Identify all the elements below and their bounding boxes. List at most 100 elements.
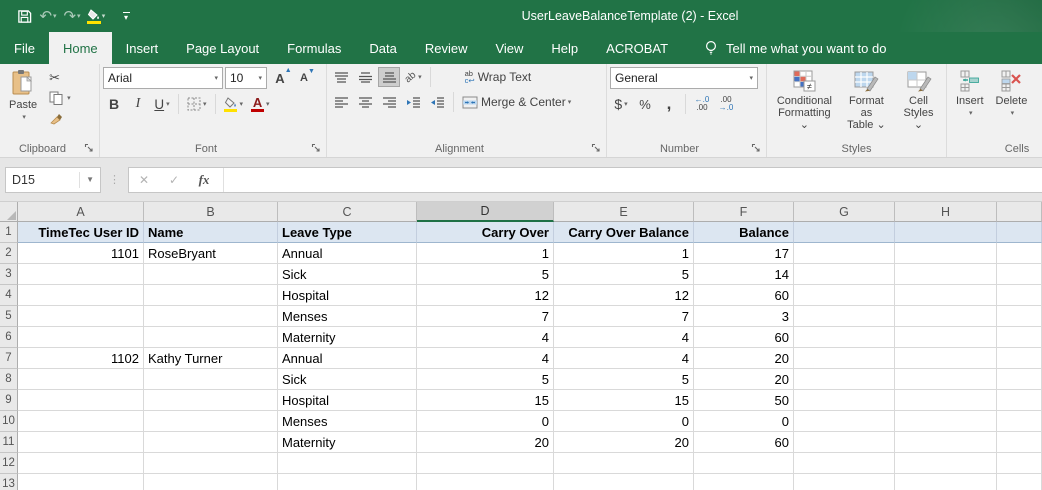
cancel-button[interactable]: ✕: [129, 173, 159, 187]
cell-E4[interactable]: 12: [554, 285, 694, 306]
font-name-select[interactable]: Arial ▾: [103, 67, 223, 89]
tab-acrobat[interactable]: ACROBAT: [592, 32, 682, 64]
col-header-A[interactable]: A: [18, 202, 144, 222]
decrease-indent-button[interactable]: [402, 92, 424, 112]
cell-F8[interactable]: 20: [694, 369, 794, 390]
cell-partial6[interactable]: [997, 327, 1042, 348]
cell-partial11[interactable]: [997, 432, 1042, 453]
cell-F11[interactable]: 60: [694, 432, 794, 453]
cell-D5[interactable]: 7: [417, 306, 554, 327]
cell-partial12[interactable]: [997, 453, 1042, 474]
row-header-6[interactable]: 6: [0, 327, 18, 348]
cell-D8[interactable]: 5: [417, 369, 554, 390]
cell-G9[interactable]: [794, 390, 895, 411]
cell-H11[interactable]: [895, 432, 997, 453]
tab-data[interactable]: Data: [355, 32, 410, 64]
tab-file[interactable]: File: [0, 32, 49, 64]
row-header-5[interactable]: 5: [0, 306, 18, 327]
cell-E11[interactable]: 20: [554, 432, 694, 453]
accounting-format-button[interactable]: $ ▾: [610, 94, 632, 114]
cell-H3[interactable]: [895, 264, 997, 285]
col-header-H[interactable]: H: [895, 202, 997, 222]
insert-cells-button[interactable]: Insert ▾: [950, 67, 990, 119]
select-all-corner[interactable]: [0, 202, 18, 222]
col-header-partial[interactable]: [997, 202, 1042, 222]
cell-C6[interactable]: Maternity: [278, 327, 417, 348]
cell-H7[interactable]: [895, 348, 997, 369]
orientation-button[interactable]: ab ▾: [402, 67, 425, 87]
italic-button[interactable]: I: [127, 94, 149, 114]
cell-D9[interactable]: 15: [417, 390, 554, 411]
cell-F7[interactable]: 20: [694, 348, 794, 369]
cell-F1[interactable]: Balance: [694, 222, 794, 243]
undo-button[interactable]: ↶ ▾: [38, 4, 58, 28]
cell-G11[interactable]: [794, 432, 895, 453]
cell-A11[interactable]: [18, 432, 144, 453]
cell-F6[interactable]: 60: [694, 327, 794, 348]
cell-styles-button[interactable]: Cell Styles ⌄: [894, 67, 943, 133]
cell-H6[interactable]: [895, 327, 997, 348]
cell-partial3[interactable]: [997, 264, 1042, 285]
cell-B4[interactable]: [144, 285, 278, 306]
cell-E3[interactable]: 5: [554, 264, 694, 285]
cell-D1[interactable]: Carry Over: [417, 222, 554, 243]
cell-partial2[interactable]: [997, 243, 1042, 264]
cell-C13[interactable]: [278, 474, 417, 490]
cell-H1[interactable]: [895, 222, 997, 243]
cell-A4[interactable]: [18, 285, 144, 306]
cell-H5[interactable]: [895, 306, 997, 327]
col-header-C[interactable]: C: [278, 202, 417, 222]
decrease-decimal-button[interactable]: .00 →.0: [715, 94, 737, 114]
percent-style-button[interactable]: %: [634, 94, 656, 114]
col-header-F[interactable]: F: [694, 202, 794, 222]
insert-function-button[interactable]: fx: [189, 172, 219, 188]
cell-A1[interactable]: TimeTec User ID: [18, 222, 144, 243]
cell-C11[interactable]: Maternity: [278, 432, 417, 453]
cell-H10[interactable]: [895, 411, 997, 432]
cell-G3[interactable]: [794, 264, 895, 285]
row-header-1[interactable]: 1: [0, 222, 18, 243]
cell-E6[interactable]: 4: [554, 327, 694, 348]
cell-B6[interactable]: [144, 327, 278, 348]
cell-E10[interactable]: 0: [554, 411, 694, 432]
tab-help[interactable]: Help: [537, 32, 592, 64]
cell-F13[interactable]: [694, 474, 794, 490]
cell-B5[interactable]: [144, 306, 278, 327]
cell-D7[interactable]: 4: [417, 348, 554, 369]
cell-H4[interactable]: [895, 285, 997, 306]
top-align-button[interactable]: [330, 67, 352, 87]
row-header-8[interactable]: 8: [0, 369, 18, 390]
qat-fill-color-button[interactable]: ▾: [86, 4, 106, 28]
cell-G8[interactable]: [794, 369, 895, 390]
row-header-4[interactable]: 4: [0, 285, 18, 306]
cell-B12[interactable]: [144, 453, 278, 474]
number-format-select[interactable]: General ▾: [610, 67, 758, 89]
cell-B7[interactable]: Kathy Turner: [144, 348, 278, 369]
conditional-formatting-button[interactable]: ≠ Conditional Formatting ⌄: [770, 67, 839, 133]
cell-A8[interactable]: [18, 369, 144, 390]
cell-F12[interactable]: [694, 453, 794, 474]
align-right-button[interactable]: [378, 92, 400, 112]
cell-H12[interactable]: [895, 453, 997, 474]
tab-review[interactable]: Review: [411, 32, 482, 64]
cell-E8[interactable]: 5: [554, 369, 694, 390]
increase-font-size-button[interactable]: A ▲: [269, 67, 291, 88]
font-size-select[interactable]: 10 ▾: [225, 67, 267, 89]
cell-B1[interactable]: Name: [144, 222, 278, 243]
copy-button[interactable]: ▾: [47, 89, 73, 107]
cell-A12[interactable]: [18, 453, 144, 474]
underline-button[interactable]: U ▾: [151, 94, 173, 114]
row-header-9[interactable]: 9: [0, 390, 18, 411]
cell-partial5[interactable]: [997, 306, 1042, 327]
tab-insert[interactable]: Insert: [112, 32, 173, 64]
col-header-G[interactable]: G: [794, 202, 895, 222]
cell-partial9[interactable]: [997, 390, 1042, 411]
row-header-11[interactable]: 11: [0, 432, 18, 453]
cell-E1[interactable]: Carry Over Balance: [554, 222, 694, 243]
cell-C4[interactable]: Hospital: [278, 285, 417, 306]
tab-view[interactable]: View: [481, 32, 537, 64]
cell-B9[interactable]: [144, 390, 278, 411]
cell-G10[interactable]: [794, 411, 895, 432]
fill-color-button[interactable]: ▾: [221, 94, 247, 114]
cell-A2[interactable]: 1101: [18, 243, 144, 264]
